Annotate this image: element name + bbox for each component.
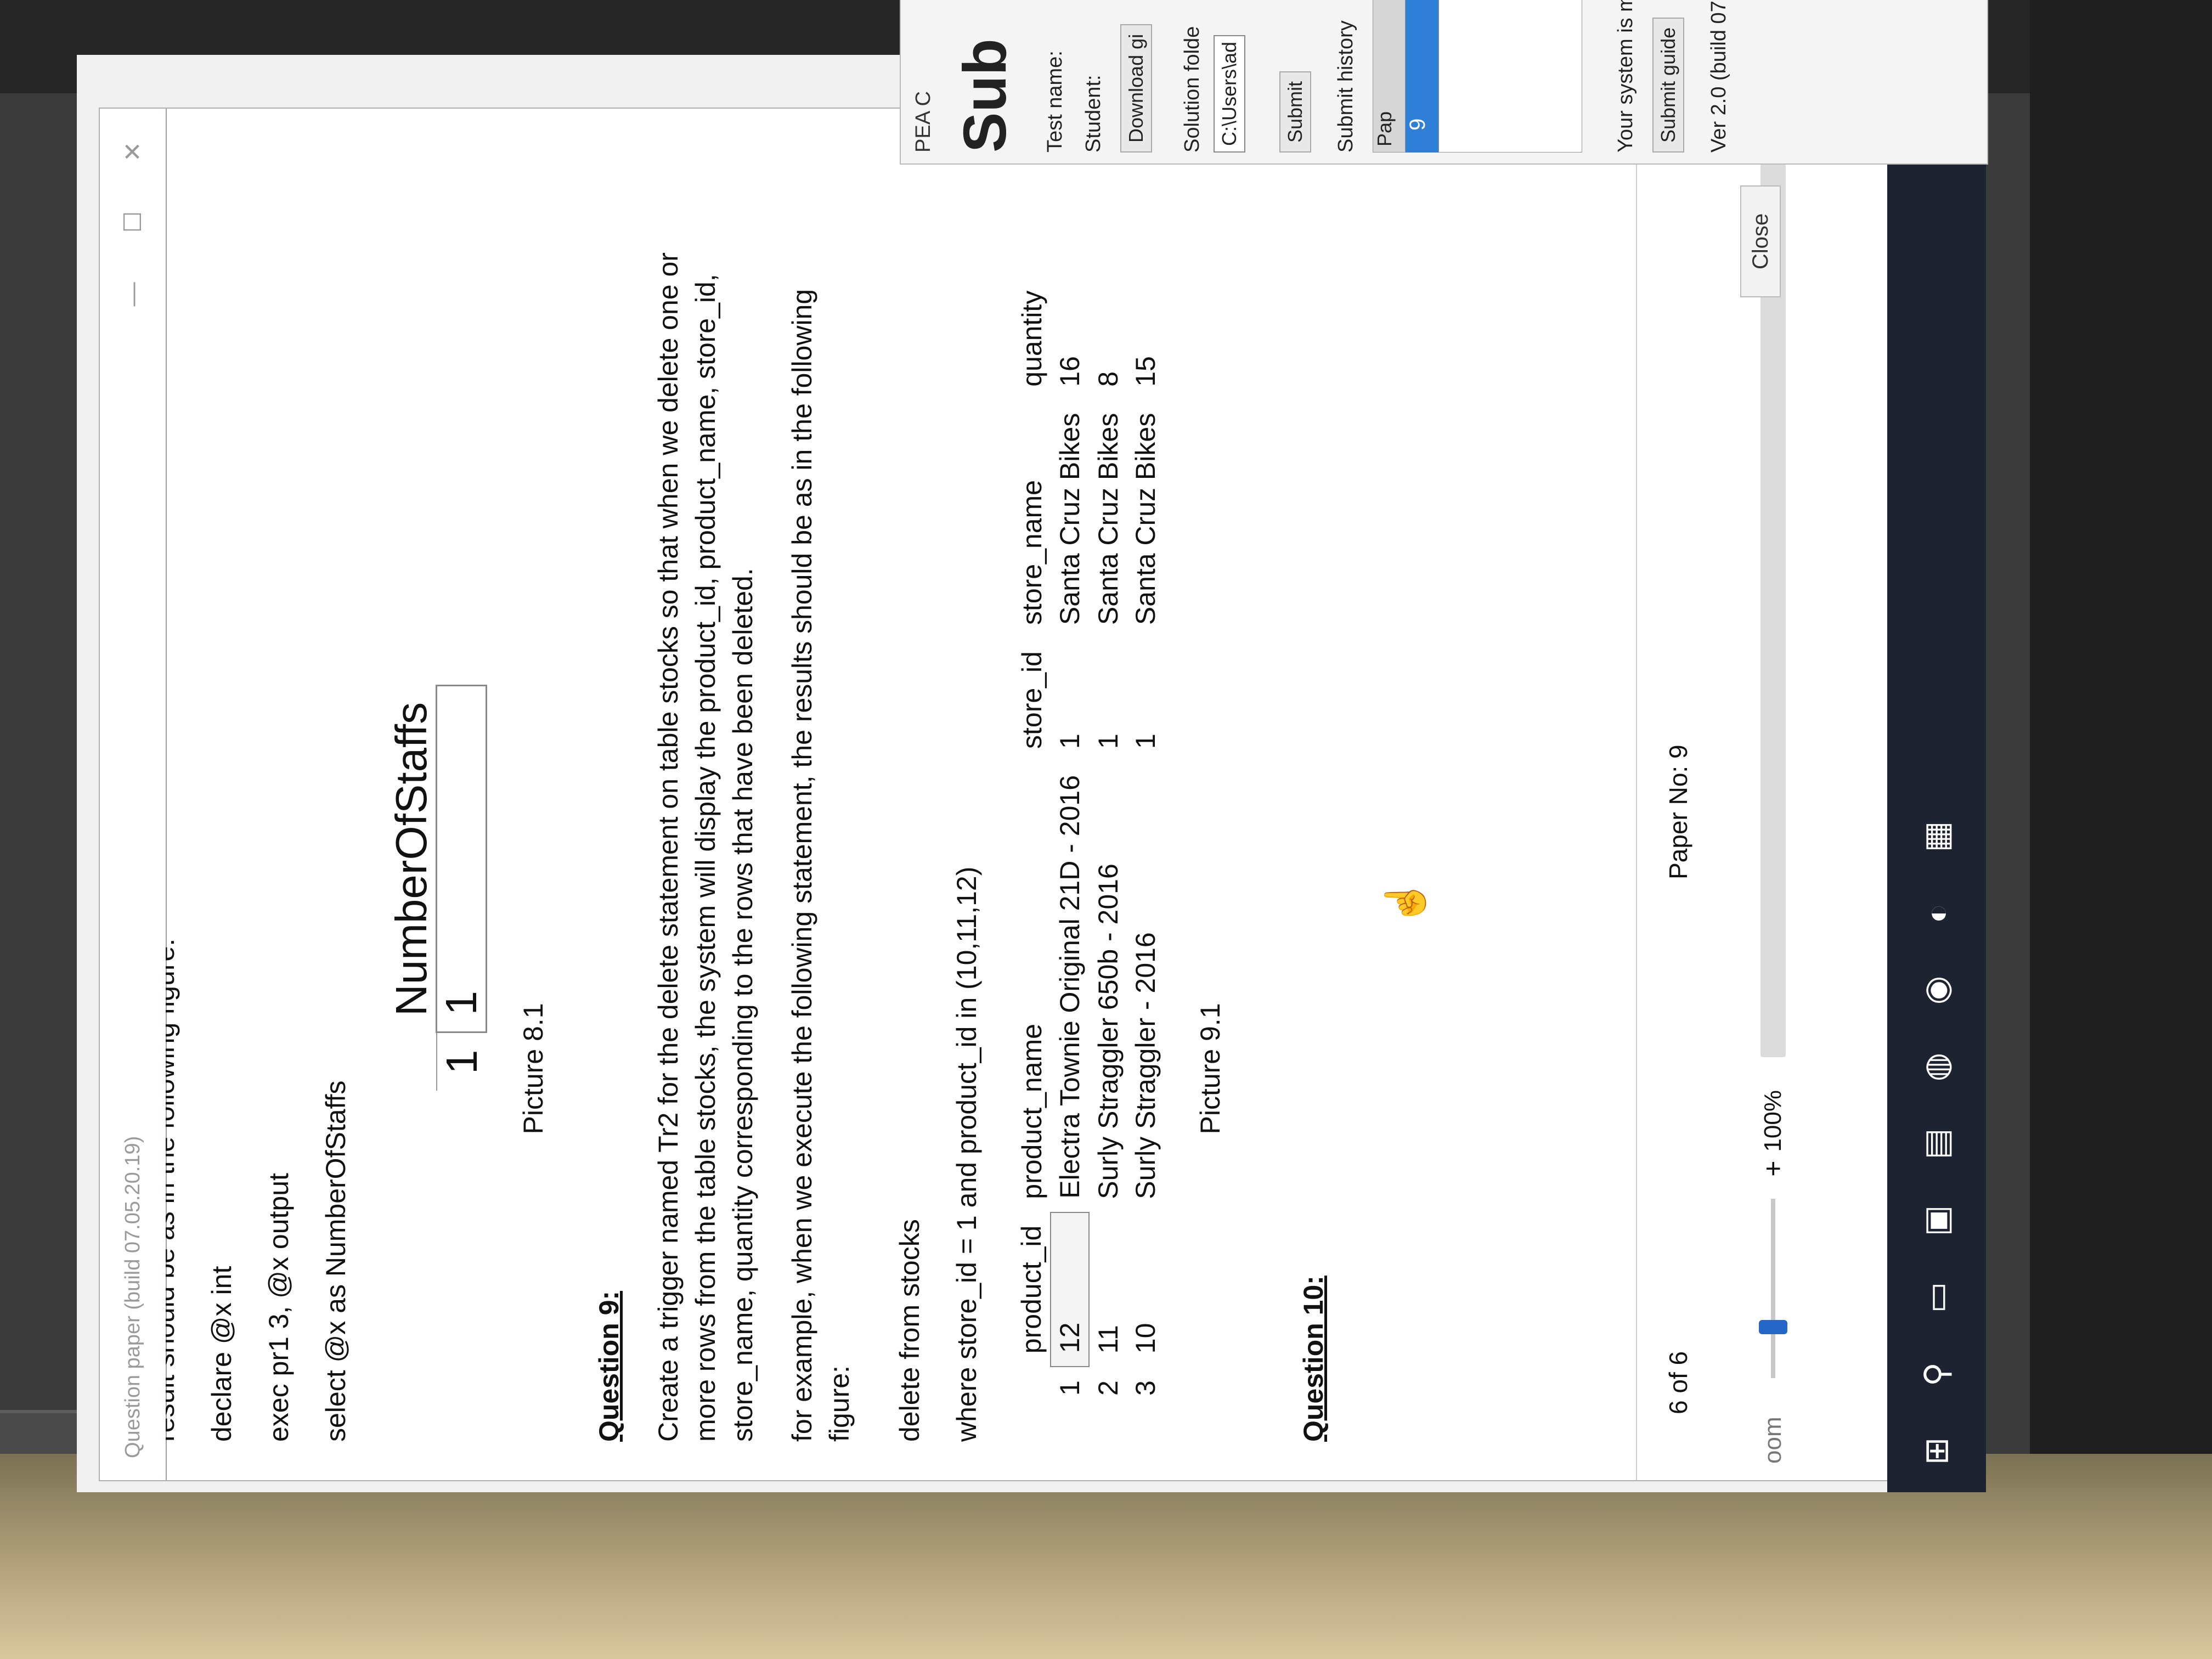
code-line: select @x as NumberOfStaffs	[320, 1080, 351, 1442]
column-header: quantity	[1016, 290, 1047, 387]
table-row: 3 10 Surly Straggler - 2016 1 Santa Cruz…	[1127, 278, 1164, 1409]
column-header: store_id	[1016, 651, 1047, 749]
history-list-header: Pap	[1373, 0, 1406, 153]
question-9-text: Create a trigger named Tr2 for the delet…	[653, 252, 758, 1442]
picture-caption: Picture 9.1	[1195, 1003, 1226, 1135]
grid-cell: 12	[1051, 1212, 1089, 1367]
zoom-label: oom	[1759, 1417, 1786, 1464]
grid-cell: 11	[1093, 1325, 1124, 1354]
zoom-value: 100%	[1759, 1090, 1786, 1152]
grid-cell: 1	[1130, 733, 1161, 749]
grid-corner	[1013, 1367, 1051, 1409]
solution-folder-field[interactable]: C:\Users\ad	[1214, 35, 1245, 153]
page-footer: 6 of 6 Paper No: 9	[1636, 109, 1719, 1480]
grid-cell: Surly Straggler - 2016	[1130, 932, 1161, 1199]
window-controls: — ☐ ✕	[119, 142, 147, 306]
grid-cell: 16	[1054, 356, 1085, 387]
zoom-bar: oom + 100%	[1718, 109, 1828, 1480]
app-icon[interactable]: ▦	[1917, 817, 1956, 856]
monitor-bezel-right	[2030, 0, 2212, 1659]
question-9-example: for example, when we execute the followi…	[787, 289, 855, 1442]
row-number: 3	[1130, 1380, 1161, 1396]
code-line: declare @x int	[206, 1266, 237, 1442]
column-header: NumberOfStaffs	[387, 685, 437, 1032]
code-line: delete from stocks	[894, 1219, 925, 1442]
page-info: 6 of 6	[1664, 1351, 1692, 1414]
grid-cell: 1	[436, 685, 487, 1032]
picture-9-1-grid: product_id product_name store_id store_n…	[1013, 278, 1164, 1409]
windows-start-icon[interactable]: ⊞	[1917, 1432, 1956, 1470]
code-line: exec pr1 3, @x output	[263, 1173, 294, 1442]
column-header: product_name	[1016, 1024, 1047, 1199]
clipped-text: result should be as in the following fig…	[166, 938, 180, 1442]
submit-button[interactable]: Submit	[1279, 71, 1311, 153]
zoom-in-button[interactable]: +	[1757, 1161, 1789, 1177]
grid-cell: Santa Cruz Bikes	[1054, 413, 1085, 625]
minimize-button[interactable]: —	[119, 282, 147, 306]
grid-cell: 15	[1130, 356, 1161, 387]
task-view-icon[interactable]: ▭	[1917, 1278, 1956, 1317]
grid-cell: Santa Cruz Bikes	[1130, 413, 1161, 625]
grid-cell: 8	[1092, 371, 1124, 387]
close-button[interactable]: Close	[1740, 185, 1781, 297]
submission-panel: PEA C Sub Test name: Student: Download g…	[900, 0, 1988, 165]
row-number: 1	[437, 1049, 486, 1075]
screen: Question paper (build 07.05.20.19) — ☐ ✕…	[77, 0, 1988, 1492]
table-row: 2 11 Surly Straggler 650b - 2016 1 Santa…	[1089, 278, 1127, 1409]
question-10-heading: Question 10:	[1298, 1276, 1329, 1442]
grid-cell: 1	[1092, 733, 1124, 749]
history-list-selected[interactable]: 9	[1406, 0, 1438, 153]
panel-header: PEA C	[912, 91, 935, 153]
file-explorer-icon[interactable]: ▤	[1917, 1125, 1956, 1163]
download-button[interactable]: Download gi	[1120, 24, 1152, 153]
submit-guide-button[interactable]: Submit guide	[1652, 17, 1684, 153]
zoom-slider[interactable]	[1759, 1198, 1787, 1379]
code-line: where store_id = 1 and product_id in (10…	[951, 866, 982, 1442]
grid-cell: 10	[1130, 1323, 1161, 1354]
grid-cell: Santa Cruz Bikes	[1092, 413, 1124, 625]
search-icon[interactable]: ⚲	[1917, 1355, 1956, 1393]
taskbar: ⊞ ⚲ ▭ ▣ ▤ ◍ ◉ ◐ ▦	[1887, 55, 1986, 1492]
column-header: store_name	[1016, 480, 1047, 625]
column-header: product_id	[1016, 1225, 1047, 1354]
picture-caption: Picture 8.1	[518, 1003, 549, 1135]
row-number: 1	[1054, 1380, 1085, 1396]
grid-cell: Surly Straggler 650b - 2016	[1092, 864, 1124, 1199]
table-row: 1 12 Electra Townie Original 21D - 2016 …	[1051, 278, 1089, 1409]
question-paper-window: Question paper (build 07.05.20.19) — ☐ ✕…	[99, 108, 1889, 1481]
paper-number: Paper No: 9	[1664, 744, 1692, 879]
version-label: Ver 2.0 (build 07	[1707, 1, 1730, 153]
grid-cell: Electra Townie Original 21D - 2016	[1054, 775, 1085, 1199]
system-note: Your system is m	[1614, 0, 1637, 153]
picture-8-1-grid: NumberOfStaffs 1 1	[387, 685, 487, 1091]
question-9-heading: Question 9:	[594, 1290, 624, 1442]
test-name-label: Test name:	[1043, 50, 1066, 153]
edge-icon[interactable]: ◍	[1917, 1048, 1956, 1086]
student-label: Student:	[1082, 75, 1105, 153]
hand-cursor-icon: ☝	[1384, 878, 1426, 926]
panel-title: Sub	[951, 38, 1019, 153]
submit-history-label: Submit history	[1334, 20, 1357, 153]
zoom-slider-handle[interactable]	[1759, 1320, 1787, 1335]
title-bar: Question paper (build 07.05.20.19) — ☐ ✕	[100, 109, 167, 1480]
store-icon[interactable]: ▣	[1917, 1201, 1956, 1240]
firefox-icon[interactable]: ◐	[1917, 894, 1956, 933]
grid-corner	[387, 1032, 437, 1091]
window-title: Question paper (build 07.05.20.19)	[121, 1136, 144, 1458]
chrome-icon[interactable]: ◉	[1917, 971, 1956, 1009]
solution-folder-label: Solution folde	[1181, 26, 1204, 153]
maximize-button[interactable]: ☐	[119, 211, 147, 233]
row-number: 2	[1092, 1380, 1124, 1396]
grid-cell: 1	[1054, 733, 1085, 749]
history-list[interactable]	[1438, 0, 1582, 153]
close-window-button[interactable]: ✕	[119, 142, 147, 162]
document-content: result should be as in the following fig…	[166, 109, 1636, 1480]
